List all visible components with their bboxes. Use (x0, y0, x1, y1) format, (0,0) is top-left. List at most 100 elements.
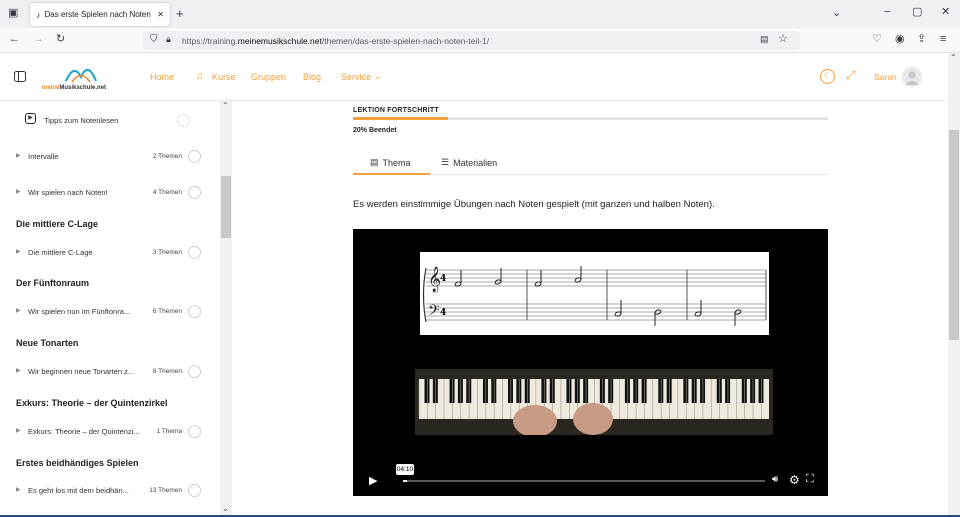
volume-icon[interactable]: 🔊︎ (772, 474, 778, 485)
avatar[interactable] (902, 67, 922, 87)
logo-icon[interactable] (62, 59, 100, 85)
topic-count: 4 Themen (152, 189, 182, 196)
video-seek-bar[interactable] (403, 480, 765, 482)
status-circle (188, 305, 201, 318)
expand-arrow-icon[interactable]: ▶ (16, 486, 21, 493)
svg-text:𝄢: 𝄢 (428, 302, 440, 323)
shield-icon[interactable]: ⛉ (150, 35, 158, 45)
sidebar-item-label: Exkurs: Theorie – der Quintenzi... (28, 427, 140, 436)
status-circle (188, 365, 201, 378)
section-heading: Exkurs: Theorie – der Quintenzirkel (16, 398, 168, 408)
seek-played (403, 480, 407, 482)
sidebar-item-c-lage[interactable]: ▶ Die mittlere C-Lage 3 Themen (0, 244, 210, 262)
tab-overview-icon[interactable]: ▣ (8, 8, 18, 19)
sidebar-item-tonarten[interactable]: ▶ Wir beginnen neue Tonarten z... 8 Them… (0, 363, 210, 381)
nav-blog[interactable]: Blog (303, 72, 321, 82)
sidebar-item-label: Wir beginnen neue Tonarten z... (28, 367, 135, 376)
sidebar-scroll-thumb[interactable] (221, 176, 231, 238)
user-name[interactable]: Sarah (874, 72, 897, 82)
window-close-icon[interactable]: ✕ (941, 7, 950, 18)
minimize-icon[interactable]: − (884, 7, 890, 18)
url-path: /themen/das-erste-spielen-nach-noten-tei… (321, 35, 490, 46)
site-header: meineMusikschule.net Home ♫ Kurse Gruppe… (0, 53, 948, 101)
expand-arrow-icon[interactable]: ▶ (16, 307, 21, 314)
time-tooltip: 04:10 (396, 464, 414, 475)
sidebar-item-nach-noten[interactable]: ▶ Wir spielen nach Noten! 4 Themen (0, 184, 210, 202)
sidebar-item-label: Wir spielen nun im Fünftonra... (28, 307, 131, 316)
section-heading: Erstes beidhändiges Spielen (16, 458, 139, 468)
expand-arrow-icon[interactable]: ▶ (16, 248, 21, 255)
reader-view-icon[interactable]: ▤ (760, 35, 769, 44)
expand-arrow-icon[interactable]: ▶ (16, 367, 21, 374)
navigation-toolbar: ← → ↻ ⛉ 🔒︎ https://training. meinemusiksc… (0, 28, 960, 53)
nav-kurse[interactable]: Kurse (212, 72, 236, 82)
sidebar-item-label: Die mittlere C-Lage (28, 248, 93, 257)
sidebar-item-fuenftonraum[interactable]: ▶ Wir spielen nun im Fünftonra... 6 Them… (0, 303, 210, 321)
topic-count: 8 Themen (152, 368, 182, 375)
fullscreen-icon[interactable]: ⤢ (846, 68, 856, 83)
fullscreen-video-icon[interactable]: ⛶ (806, 473, 814, 486)
sidebar-toggle-icon[interactable] (14, 71, 26, 82)
address-bar[interactable]: ⛉ 🔒︎ https://training. meinemusikschule.n… (142, 31, 800, 50)
course-sidebar: ▶ Tipps zum Notenlesen ▶ Intervalle 2 Th… (0, 101, 220, 517)
materials-list-icon: ☰ (441, 157, 450, 167)
nav-home[interactable]: Home (150, 72, 174, 82)
new-tab-icon[interactable]: + (176, 7, 184, 20)
lock-icon[interactable]: 🔒︎ (166, 35, 171, 44)
bookmark-star-icon[interactable]: ☆ (778, 34, 788, 45)
menu-icon[interactable]: ≡ (940, 34, 946, 45)
back-icon[interactable]: ← (9, 34, 20, 45)
reload-icon[interactable]: ↻ (56, 34, 65, 45)
sidebar-item-label: Wir spielen nach Noten! (28, 188, 108, 197)
extensions-icon[interactable]: ⇪ (917, 34, 926, 45)
sidebar-item-intervalle[interactable]: ▶ Intervalle 2 Themen (0, 148, 210, 166)
nav-gruppen[interactable]: Gruppen (251, 72, 286, 82)
pocket-icon[interactable]: ♡ (872, 34, 882, 45)
topic-count: 2 Themen (152, 153, 182, 160)
settings-gear-icon[interactable]: ⚙ (789, 473, 800, 487)
play-icon[interactable]: ▶ (369, 474, 377, 487)
list-tabs-icon[interactable]: ⌄ (832, 8, 841, 19)
close-tab-icon[interactable]: ✕ (157, 10, 164, 19)
tab-title: Das erste Spielen nach Noten - (44, 10, 154, 19)
sidebar-scrollbar[interactable]: ⌃ ⌄ (220, 101, 232, 517)
nav-service[interactable]: Service (341, 72, 371, 82)
progress-bar (353, 117, 828, 120)
browser-tab-bar: ▣ ♪ Das erste Spielen nach Noten - ✕ + ⌄… (0, 0, 960, 28)
status-circle (188, 425, 201, 438)
document-icon: ▤ (370, 157, 379, 167)
guitar-icon: ♫ (196, 71, 204, 82)
scroll-down-icon[interactable]: ⌄ (222, 504, 229, 513)
sidebar-item-quintenzirkel[interactable]: ▶ Exkurs: Theorie – der Quintenzi... 1 T… (0, 423, 210, 441)
dark-mode-icon[interactable]: ☾ (820, 69, 835, 84)
url-prefix: https://training. (182, 35, 238, 46)
status-circle (188, 150, 201, 163)
page-scroll-thumb[interactable] (949, 130, 959, 340)
status-circle (177, 114, 190, 127)
tab-thema[interactable]: ▤ Thema (370, 157, 411, 168)
expand-arrow-icon[interactable]: ▶ (16, 188, 21, 195)
expand-arrow-icon[interactable]: ▶ (16, 152, 21, 159)
svg-text:4: 4 (440, 274, 446, 284)
url-domain: meinemusikschule.net (237, 35, 322, 46)
account-icon[interactable]: ◉ (895, 34, 905, 45)
piano-video-frame (415, 369, 773, 435)
forward-icon[interactable]: → (33, 34, 44, 45)
sidebar-item-label: Tipps zum Notenlesen (44, 116, 119, 125)
section-heading: Der Fünftonraum (16, 278, 89, 288)
sidebar-item-beidhaendig[interactable]: ▶ Es geht los mit dem beidhän... 13 Them… (0, 482, 210, 500)
expand-arrow-icon[interactable]: ▶ (16, 427, 21, 434)
scroll-up-icon[interactable]: ⌃ (950, 53, 957, 62)
browser-tab[interactable]: ♪ Das erste Spielen nach Noten - ✕ (30, 3, 170, 26)
logo-text[interactable]: meineMusikschule.net (42, 85, 106, 91)
topic-count: 3 Themen (152, 249, 182, 256)
music-note-icon: ♪ (36, 9, 41, 20)
sidebar-item-tipps[interactable]: ▶ Tipps zum Notenlesen (0, 112, 210, 130)
section-heading: Die mittlere C-Lage (16, 219, 99, 229)
maximize-icon[interactable]: ▢ (912, 7, 922, 18)
status-circle (188, 484, 201, 497)
tab-materialien[interactable]: ☰ Materialien (441, 157, 497, 168)
active-tab-indicator (353, 173, 430, 175)
status-circle (188, 186, 201, 199)
scroll-up-icon[interactable]: ⌃ (222, 101, 229, 110)
